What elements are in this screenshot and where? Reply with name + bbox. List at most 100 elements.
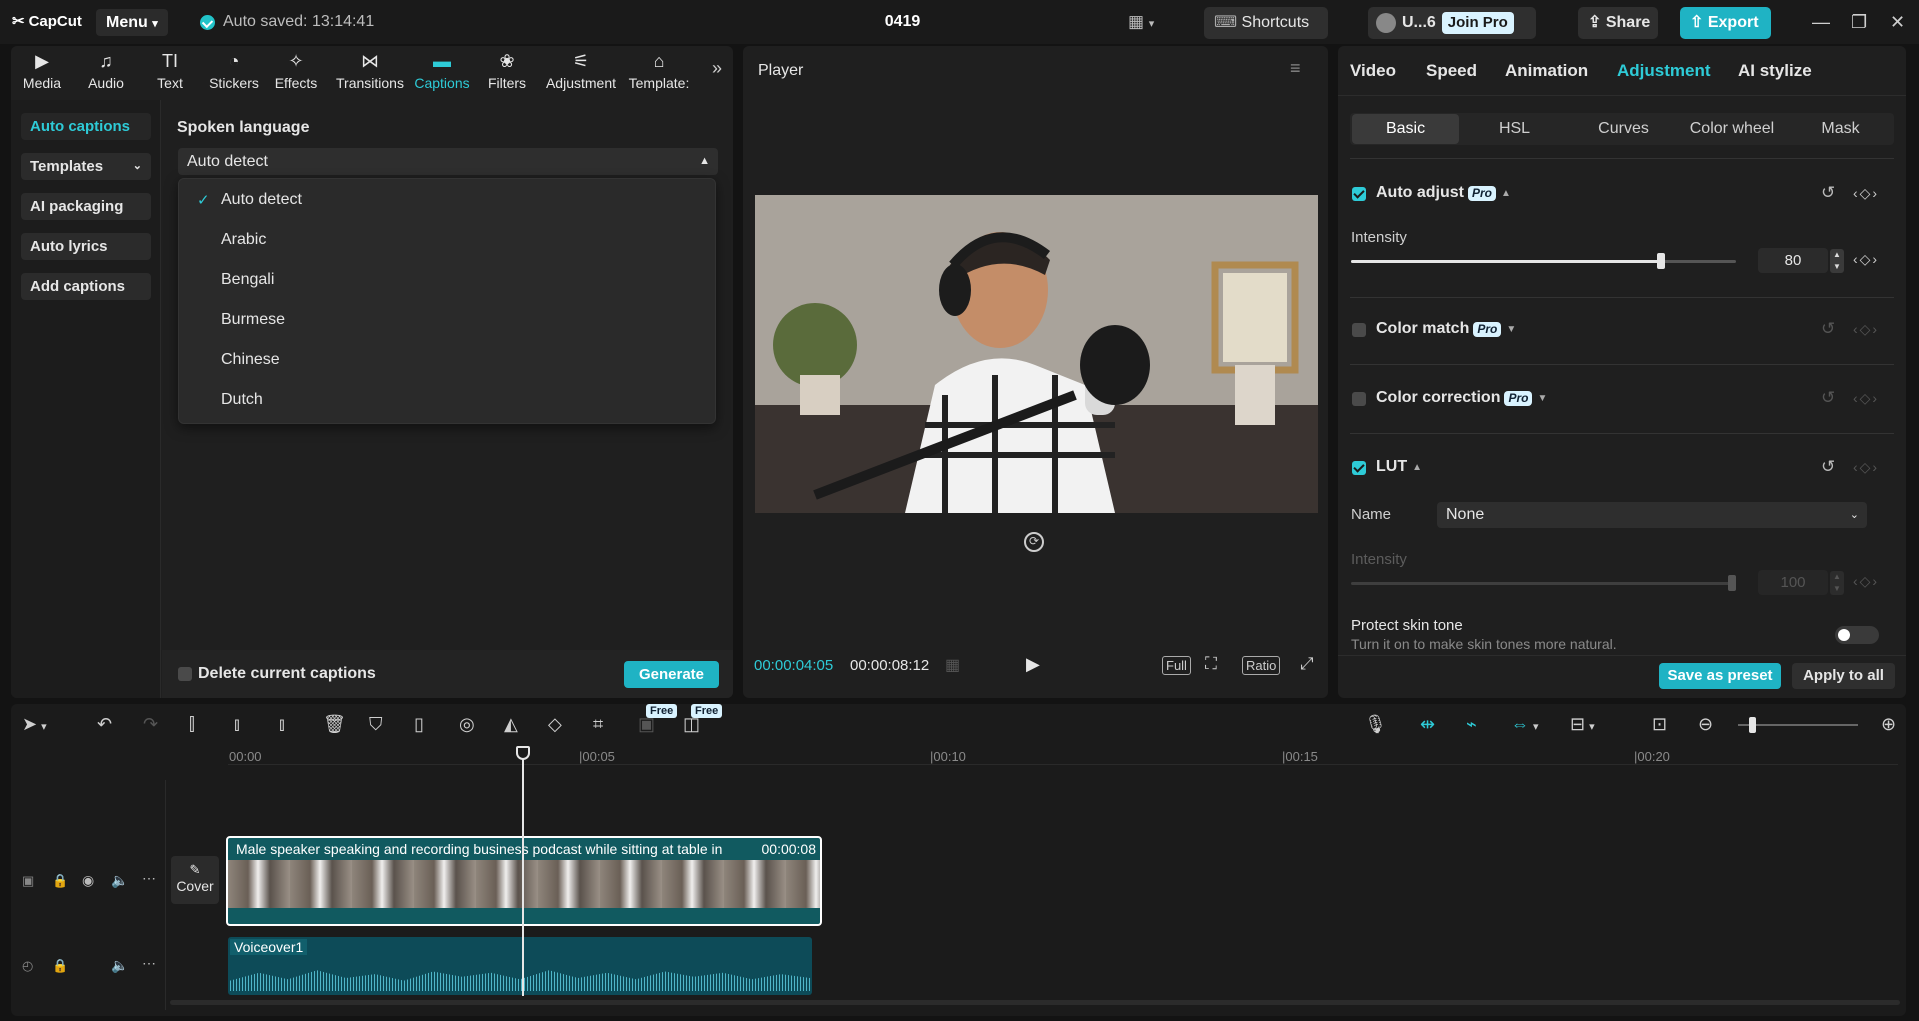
lut-intensity-slider[interactable] (1351, 575, 1736, 591)
subtab-hsl[interactable]: HSL (1461, 114, 1568, 144)
nav-auto-lyrics[interactable]: Auto lyrics (21, 233, 151, 260)
full-button[interactable]: Full (1162, 656, 1191, 675)
subtab-mask[interactable]: Mask (1787, 114, 1894, 144)
lut-checkbox[interactable] (1352, 461, 1366, 475)
rotate-icon[interactable]: ◇ (548, 714, 562, 735)
slider-handle[interactable] (1749, 717, 1756, 733)
export-button[interactable]: ⇧ Export (1680, 7, 1771, 39)
zoom-in-icon[interactable]: ⊕ (1881, 714, 1896, 735)
intensity-slider[interactable] (1351, 253, 1736, 269)
color-match-checkbox[interactable] (1352, 323, 1366, 337)
link-icon[interactable]: ⇔ ▾ (1511, 714, 1539, 735)
ratio-button[interactable]: Ratio (1242, 656, 1281, 675)
keyframe-icon[interactable]: ‹◇› (1853, 390, 1879, 407)
more-tools-icon[interactable]: » (712, 58, 722, 79)
player-menu-icon[interactable]: ≡ (1290, 58, 1301, 79)
stepper-icon[interactable]: ▲ ▼ (1830, 571, 1844, 595)
stepper-icon[interactable]: ▲ ▼ (1830, 249, 1844, 273)
tool-audio[interactable]: ♫ Audio (75, 50, 137, 91)
tool-media[interactable]: ▶ Media (11, 50, 73, 91)
tab-video[interactable]: Video (1350, 61, 1396, 81)
reset-icon[interactable]: ↺ (1821, 319, 1835, 339)
protect-skin-toggle[interactable] (1835, 626, 1879, 644)
select-tool-icon[interactable]: ➤ ▾ (22, 714, 47, 735)
intensity-value-field[interactable]: 80 (1758, 248, 1828, 273)
undo-icon[interactable]: ↶ (97, 714, 112, 735)
slider-handle[interactable] (1657, 253, 1665, 269)
split-right-icon[interactable]: ⫾ (279, 714, 285, 735)
subtab-curves[interactable]: Curves (1570, 114, 1677, 144)
language-select[interactable]: Auto detect ▲ (178, 148, 718, 175)
tool-stickers[interactable]: ◔ Stickers (203, 50, 265, 91)
more-icon[interactable]: ⋯ (142, 955, 156, 972)
color-correction-checkbox[interactable] (1352, 392, 1366, 406)
split-left-icon[interactable]: ⫾ (234, 714, 240, 735)
tab-animation[interactable]: Animation (1505, 61, 1588, 81)
layout-icon[interactable]: ▦ ▾ (1128, 12, 1154, 32)
eye-icon[interactable]: ◉ (82, 872, 94, 889)
language-option[interactable]: Arabic (221, 231, 266, 249)
delete-captions-checkbox[interactable] (178, 667, 192, 681)
timecode-grid-icon[interactable]: ▦ (945, 655, 960, 675)
apply-to-all-button[interactable]: Apply to all (1792, 663, 1895, 689)
main-track-link-icon[interactable]: ⇹ (1420, 714, 1435, 735)
keyframe-icon[interactable]: ‹◇› (1853, 321, 1879, 338)
language-option[interactable]: Auto detect (221, 191, 302, 209)
subtab-color-wheel[interactable]: Color wheel (1678, 114, 1786, 144)
preview-axis-icon[interactable]: ⊟ ▾ (1570, 714, 1595, 735)
more-icon[interactable]: ⋯ (142, 870, 156, 887)
audio-clip[interactable]: Voiceover1 (228, 937, 812, 995)
zoom-slider[interactable] (1738, 717, 1858, 733)
tool-template[interactable]: ⌂ Template: (626, 50, 692, 91)
user-pro-button[interactable]: U...6 Join Pro (1368, 7, 1536, 39)
microphone-icon[interactable]: 🎙 (1364, 714, 1387, 735)
zoom-fit-icon[interactable]: ⛶ (1205, 654, 1217, 674)
crop-icon[interactable]: ⌗ (593, 714, 603, 735)
fit-icon[interactable]: ⊡ (1652, 714, 1667, 735)
reset-icon[interactable]: ↺ (1821, 183, 1835, 203)
reset-icon[interactable]: ↺ (1821, 388, 1835, 408)
playhead[interactable] (522, 746, 524, 996)
speed-icon[interactable]: ◎ (459, 714, 475, 735)
playhead-handle[interactable] (516, 746, 530, 760)
tool-captions[interactable]: ▬ Captions (411, 50, 473, 91)
magnet-icon[interactable]: ⌁ (1466, 714, 1477, 735)
language-option[interactable]: Chinese (221, 351, 280, 369)
keyframe-icon[interactable]: ‹◇› (1853, 185, 1879, 202)
video-preview[interactable] (755, 195, 1318, 513)
timeline-scrollbar[interactable] (170, 1000, 1900, 1005)
split-icon[interactable]: ⫿ (189, 714, 195, 735)
nav-add-captions[interactable]: Add captions (21, 273, 151, 300)
project-title[interactable]: 0419 (880, 13, 925, 31)
lock-icon[interactable]: 🔒 (52, 873, 68, 889)
cover-button[interactable]: ✎ Cover (171, 856, 219, 904)
keyframe-icon[interactable]: ‹◇› (1853, 459, 1879, 476)
delete-icon[interactable]: 🗑 (323, 714, 346, 735)
fullscreen-icon[interactable]: ⤢ (1300, 654, 1314, 674)
nav-templates[interactable]: Templates ⌄ (21, 153, 151, 180)
subtab-basic[interactable]: Basic (1352, 114, 1459, 144)
lut-intensity-value-field[interactable]: 100 (1758, 570, 1828, 595)
speaker-icon[interactable]: 🔈 (111, 957, 128, 974)
tool-effects[interactable]: ✧ Effects (265, 50, 327, 91)
language-option[interactable]: Burmese (221, 311, 285, 329)
shortcuts-button[interactable]: ⌨ Shortcuts (1204, 7, 1328, 39)
keyframe-icon[interactable]: ‹◇› (1853, 573, 1879, 590)
zoom-out-icon[interactable]: ⊖ (1698, 714, 1713, 735)
restore-icon[interactable]: ❐ (1851, 12, 1867, 33)
nav-ai-packaging[interactable]: AI packaging (21, 193, 151, 220)
lock-icon[interactable]: 🔒 (52, 958, 68, 974)
lut-name-select[interactable]: None ⌄ (1437, 502, 1867, 528)
keyframe-icon[interactable]: ‹◇› (1853, 251, 1879, 268)
share-button[interactable]: ⇪ Share (1578, 7, 1658, 39)
marker-icon[interactable]: ⛉ (369, 714, 383, 735)
speaker-icon[interactable]: 🔈 (111, 872, 128, 889)
save-preset-button[interactable]: Save as preset (1659, 663, 1781, 689)
tool-transitions[interactable]: ⋈ Transitions (333, 50, 407, 91)
tool-filters[interactable]: ❀ Filters (476, 50, 538, 91)
language-option[interactable]: Bengali (221, 271, 274, 289)
close-icon[interactable]: ✕ (1890, 12, 1905, 33)
tool-adjustment[interactable]: ⚟ Adjustment (542, 50, 620, 91)
tab-ai-stylize[interactable]: AI stylize (1738, 61, 1812, 81)
slider-handle[interactable] (1728, 575, 1736, 591)
